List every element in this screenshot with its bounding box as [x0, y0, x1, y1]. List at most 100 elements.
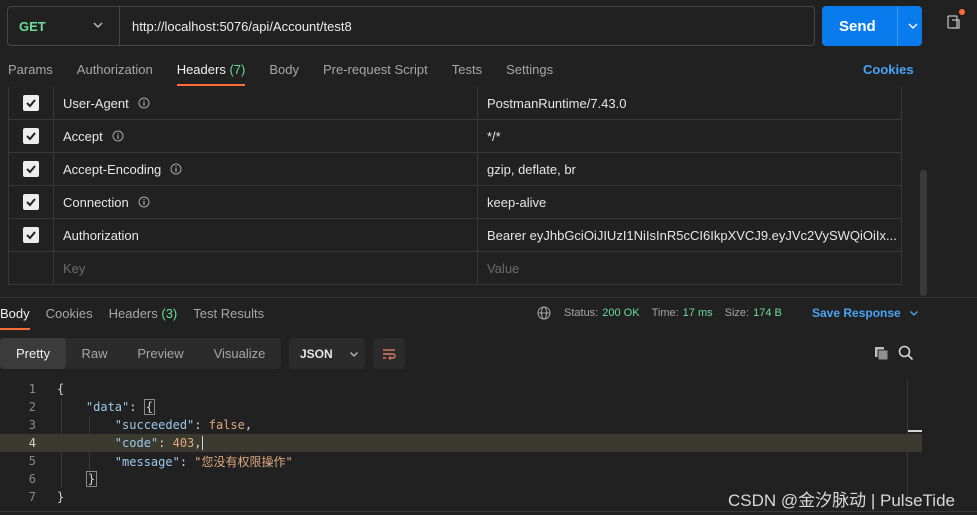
save-response-label: Save Response [812, 306, 901, 320]
tab-response-body[interactable]: Body [0, 298, 30, 330]
info-icon [170, 163, 182, 175]
method-label: GET [19, 18, 46, 34]
time-label: Time: [651, 307, 679, 319]
code-line-active: 4 "code": 403, [0, 434, 922, 452]
table-row: Accept-Encoding gzip, deflate, br [9, 153, 901, 186]
json-value: "您没有权限操作" [194, 454, 293, 469]
json-key: "data" [85, 400, 130, 414]
tab-pre-request-script[interactable]: Pre-request Script [323, 54, 428, 86]
header-value[interactable]: PostmanRuntime/7.43.0 [478, 96, 901, 111]
tab-body[interactable]: Body [269, 54, 299, 86]
header-checkbox[interactable] [23, 95, 39, 111]
info-icon [138, 196, 150, 208]
header-key[interactable]: Accept-Encoding [63, 162, 161, 177]
line-number: 1 [28, 382, 36, 396]
key-placeholder[interactable]: Key [54, 252, 478, 284]
json-key: "code" [114, 436, 159, 450]
header-checkbox[interactable] [23, 227, 39, 243]
tab-params[interactable]: Params [8, 54, 53, 86]
format-preview[interactable]: Preview [123, 338, 198, 369]
scrollbar[interactable] [920, 170, 927, 296]
tab-response-cookies[interactable]: Cookies [46, 298, 93, 330]
chevron-down-icon [909, 311, 918, 316]
chevron-down-icon[interactable] [907, 20, 919, 32]
header-checkbox[interactable] [23, 161, 39, 177]
size-value[interactable]: 174 B [753, 307, 782, 319]
line-number: 4 [28, 436, 36, 450]
chevron-down-icon [93, 22, 103, 28]
tab-response-headers[interactable]: Headers (3) [109, 298, 178, 330]
line-number: 5 [28, 454, 36, 468]
json-value: 403 [172, 436, 195, 450]
headers-count: (7) [229, 62, 246, 77]
check-icon [26, 231, 36, 240]
line-number: 3 [28, 418, 36, 432]
check-icon [26, 165, 36, 174]
header-checkbox[interactable] [23, 128, 39, 144]
format-visualize[interactable]: Visualize [198, 338, 281, 369]
bottom-border [0, 511, 977, 512]
tab-test-results[interactable]: Test Results [193, 298, 264, 330]
status-area: Status: 200 OK Time: 17 ms Size: 174 B [537, 306, 794, 320]
save-response-button[interactable]: Save Response [812, 306, 919, 320]
cookies-link[interactable]: Cookies [863, 62, 914, 77]
editor-scroll-marker [908, 430, 922, 432]
indent-guide [89, 416, 90, 470]
method-select[interactable]: GET [8, 7, 120, 45]
search-icon[interactable] [898, 345, 914, 361]
header-value[interactable]: keep-alive [478, 195, 901, 210]
info-icon [138, 97, 150, 109]
info-icon [112, 130, 124, 142]
header-checkbox[interactable] [23, 194, 39, 210]
status-label: Status: [564, 307, 599, 319]
format-toggle: Pretty Raw Preview Visualize [0, 338, 281, 369]
json-value: false [208, 418, 245, 432]
send-button[interactable]: Send [822, 6, 922, 46]
indent-guide [61, 398, 62, 488]
language-select[interactable]: JSON [289, 338, 365, 369]
response-headers-count: (3) [161, 306, 178, 321]
value-placeholder[interactable]: Value [478, 261, 901, 276]
time-value[interactable]: 17 ms [683, 307, 713, 319]
code-line: 1 { [0, 380, 922, 398]
json-key: "succeeded" [114, 418, 195, 432]
chevron-down-icon [349, 351, 358, 357]
json-key: "message" [114, 454, 180, 469]
editor-scrollbar[interactable] [907, 380, 908, 500]
header-value[interactable]: Bearer eyJhbGciOiJIUzI1NiIsInR5cCI6IkpXV… [478, 228, 901, 243]
tab-settings[interactable]: Settings [506, 54, 553, 86]
header-key[interactable]: Accept [63, 129, 103, 144]
header-value[interactable]: gzip, deflate, br [478, 162, 901, 177]
table-row: User-Agent PostmanRuntime/7.43.0 [9, 87, 901, 120]
tab-authorization[interactable]: Authorization [77, 54, 153, 86]
check-icon [26, 99, 36, 108]
tab-tests[interactable]: Tests [452, 54, 482, 86]
context-bar-icon[interactable] [946, 14, 962, 30]
line-number: 6 [28, 472, 36, 486]
header-value[interactable]: */* [478, 129, 901, 144]
check-icon [26, 198, 36, 207]
header-key[interactable]: Authorization [63, 228, 139, 243]
wrap-lines-button[interactable] [373, 338, 405, 369]
check-icon [26, 132, 36, 141]
size-label: Size: [724, 307, 750, 319]
code-line: 3 "succeeded": false, [0, 416, 922, 434]
url-input[interactable]: http://localhost:5076/api/Account/test8 [120, 19, 352, 34]
status-value[interactable]: 200 OK [602, 307, 639, 319]
wrap-lines-icon [383, 348, 396, 360]
format-pretty[interactable]: Pretty [0, 338, 66, 369]
tab-headers[interactable]: Headers (7) [176, 54, 246, 86]
line-number: 2 [28, 400, 36, 414]
copy-icon[interactable] [874, 346, 889, 361]
code-line: 5 "message": "您没有权限操作" [0, 452, 922, 470]
response-tabs: Body Cookies Headers (3) Test Results [0, 298, 280, 330]
format-raw[interactable]: Raw [66, 338, 123, 369]
language-select-value: JSON [300, 346, 333, 361]
header-key[interactable]: Connection [63, 195, 129, 210]
globe-icon[interactable] [537, 306, 551, 320]
table-row: Connection keep-alive [9, 186, 901, 219]
headers-table: User-Agent PostmanRuntime/7.43.0 Accept … [8, 87, 902, 285]
table-row-empty: Key Value [9, 252, 901, 285]
table-row: Authorization Bearer eyJhbGciOiJIUzI1NiI… [9, 219, 901, 252]
header-key[interactable]: User-Agent [63, 96, 129, 111]
